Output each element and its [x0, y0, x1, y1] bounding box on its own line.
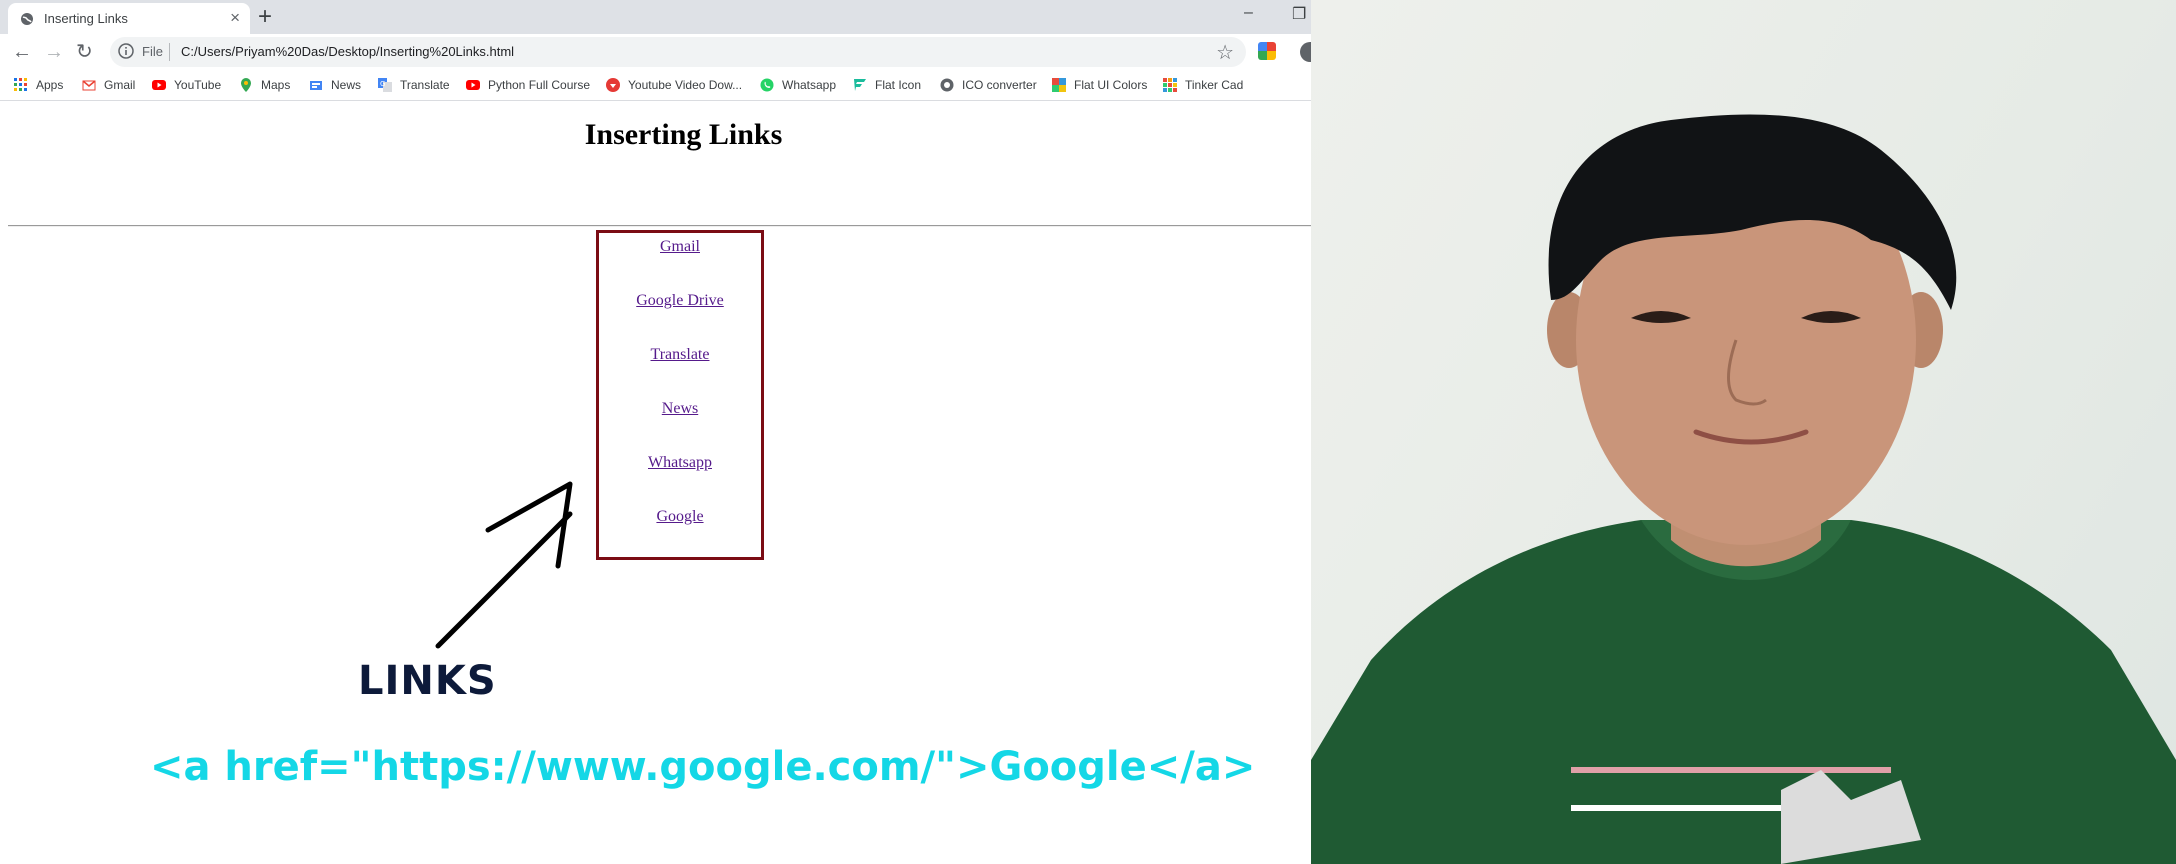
toolbar: ← → ↻ File C:/Users/Priyam%20Das/Desktop…	[0, 34, 1311, 70]
bookmark-label: Maps	[261, 78, 291, 92]
apps-grid-icon	[14, 78, 27, 91]
youtube-icon	[152, 80, 166, 90]
reload-icon[interactable]: ↻	[76, 40, 93, 64]
bookmark-youtube[interactable]: YouTube	[152, 76, 221, 94]
svg-text:G: G	[380, 80, 385, 88]
address-bar[interactable]: File C:/Users/Priyam%20Das/Desktop/Inser…	[110, 37, 1246, 67]
download-icon	[606, 78, 620, 92]
person-photo	[1311, 0, 2176, 864]
file-label: File	[142, 44, 163, 59]
bookmark-label: Tinker Cad	[1185, 78, 1244, 92]
tinkercad-icon	[1163, 78, 1177, 92]
bookmark-flat-ui-colors[interactable]: Flat UI Colors	[1052, 76, 1147, 94]
bookmark-youtube-video-downloader[interactable]: Youtube Video Dow...	[606, 76, 742, 94]
bookmark-flat-icon[interactable]: Flat Icon	[853, 76, 921, 94]
minimize-icon[interactable]: –	[1244, 4, 1253, 22]
browser-window: Inserting Links × + – ❐ ← → ↻ File C:/Us…	[0, 0, 1311, 864]
whatsapp-icon	[760, 78, 774, 92]
bookmark-label: Python Full Course	[488, 78, 591, 92]
bookmark-label: Translate	[400, 78, 450, 92]
links-box: Gmail Google Drive Translate News Whatsa…	[596, 230, 764, 560]
back-icon[interactable]: ←	[12, 40, 32, 64]
bookmarks-bar: Apps Gmail YouTube Maps News G Translate…	[0, 70, 1311, 101]
bookmark-label: Whatsapp	[782, 78, 837, 92]
close-icon[interactable]: ×	[230, 9, 240, 27]
flat-icon-logo-icon	[854, 79, 866, 91]
new-tab-icon[interactable]: +	[258, 4, 272, 30]
bookmark-label: Flat Icon	[875, 78, 922, 92]
bookmark-label: News	[331, 78, 362, 92]
bookmark-label: Apps	[36, 78, 64, 92]
ico-converter-icon	[940, 78, 954, 92]
horizontal-rule	[8, 225, 1311, 227]
link-whatsapp[interactable]: Whatsapp	[599, 454, 761, 472]
news-icon	[310, 81, 322, 90]
tab-bar: Inserting Links × + – ❐	[0, 0, 1311, 34]
bookmark-translate[interactable]: G Translate	[378, 76, 450, 94]
bookmark-label: YouTube	[174, 78, 222, 92]
link-google-drive[interactable]: Google Drive	[599, 292, 761, 310]
avatar[interactable]	[1300, 42, 1311, 62]
code-snippet: <a href="https://www.google.com/">Google…	[150, 744, 1256, 790]
link-google[interactable]: Google	[599, 508, 761, 526]
divider	[169, 43, 170, 61]
bookmark-python-full-course[interactable]: Python Full Course	[466, 76, 590, 94]
restore-icon[interactable]: ❐	[1292, 4, 1306, 24]
bookmark-label: Gmail	[104, 78, 136, 92]
bookmark-label: ICO converter	[962, 78, 1037, 92]
link-translate[interactable]: Translate	[599, 346, 761, 364]
gmail-icon	[82, 80, 96, 91]
link-gmail[interactable]: Gmail	[599, 238, 761, 256]
bookmark-tinker-cad[interactable]: Tinker Cad	[1163, 76, 1243, 94]
youtube-icon	[466, 80, 480, 90]
tab-inserting-links[interactable]: Inserting Links ×	[8, 3, 250, 34]
bookmark-ico-converter[interactable]: ICO converter	[940, 76, 1037, 94]
links-label: LINKS	[358, 658, 497, 704]
map-pin-icon	[241, 78, 251, 92]
extension-icon[interactable]	[1258, 42, 1276, 60]
page-title: Inserting Links	[584, 118, 783, 151]
arrow-annotation	[435, 481, 573, 649]
forward-icon[interactable]: →	[44, 40, 64, 64]
globe-icon	[21, 13, 33, 25]
color-palette-icon	[1052, 78, 1066, 92]
bookmark-gmail[interactable]: Gmail	[82, 76, 135, 94]
person-illustration	[1311, 114, 2176, 864]
bookmark-whatsapp[interactable]: Whatsapp	[760, 76, 836, 94]
tab-title: Inserting Links	[44, 11, 128, 26]
translate-icon: G	[378, 78, 392, 92]
bookmark-label: Flat UI Colors	[1074, 78, 1148, 92]
bookmark-label: Youtube Video Dow...	[628, 78, 743, 92]
url-text[interactable]: C:/Users/Priyam%20Das/Desktop/Inserting%…	[181, 44, 514, 59]
bookmark-maps[interactable]: Maps	[239, 76, 290, 94]
bookmark-news[interactable]: News	[309, 76, 361, 94]
bookmark-apps[interactable]: Apps	[14, 76, 63, 94]
link-news[interactable]: News	[599, 400, 761, 418]
star-icon[interactable]: ☆	[1216, 40, 1234, 65]
info-icon[interactable]	[118, 43, 134, 59]
